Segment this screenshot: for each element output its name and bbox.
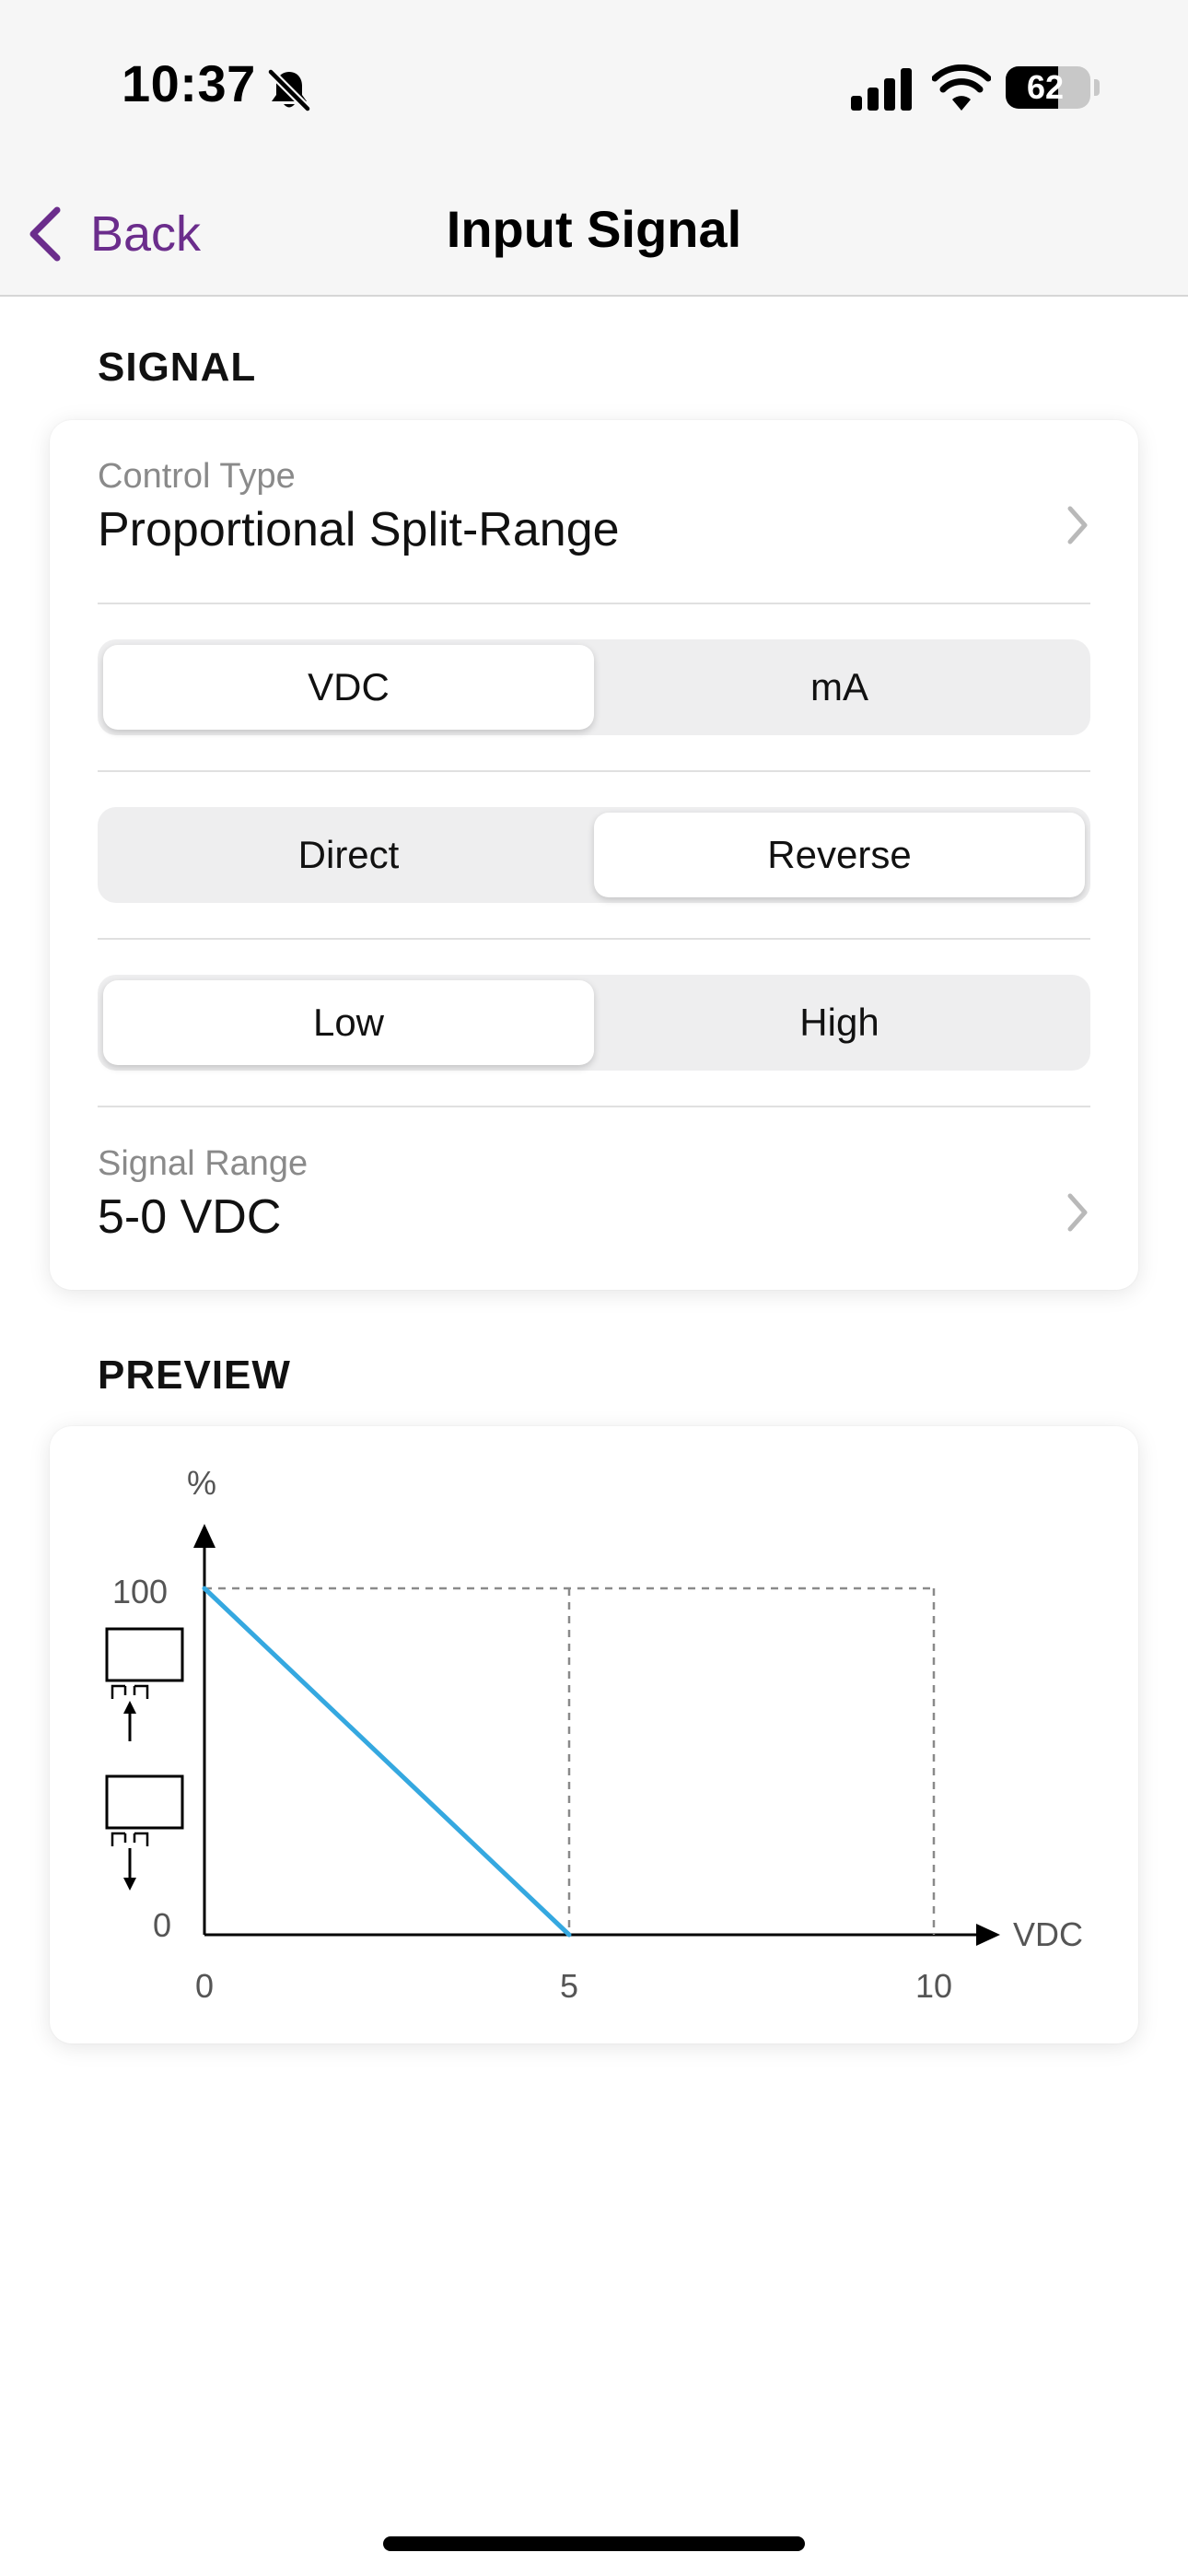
signal-range-row[interactable]: Signal Range 5-0 VDC <box>98 1144 1090 1255</box>
action-segmented-control: Direct Reverse <box>98 807 1090 903</box>
valve-open-icon <box>105 1627 184 1741</box>
series-layer <box>202 1586 572 1938</box>
segment-direct[interactable]: Direct <box>103 813 594 897</box>
valve-closed-icon <box>105 1774 184 1891</box>
navigation-bar: Back Input Signal <box>0 175 1188 297</box>
bell-off-icon <box>267 68 311 112</box>
preview-chart: % VDC 100 0 0 5 10 <box>105 1464 1083 2005</box>
unit-segmented-control: VDC mA <box>98 639 1090 735</box>
control-type-caption: Control Type <box>98 457 296 496</box>
divider <box>98 603 1090 604</box>
battery-cap <box>1094 79 1100 96</box>
segment-vdc[interactable]: VDC <box>103 645 594 730</box>
signal-range-value: 5-0 VDC <box>98 1190 282 1244</box>
control-type-row[interactable]: Control Type Proportional Split-Range <box>98 457 1090 568</box>
chevron-right-icon <box>1067 506 1088 544</box>
y-tick-label-100: 100 <box>112 1573 168 1610</box>
y-tick-label-0: 0 <box>153 1906 171 1944</box>
battery-icon: 62 <box>1006 66 1090 109</box>
cellular-signal-icon <box>851 68 912 111</box>
level-segmented-control: Low High <box>98 975 1090 1071</box>
status-time: 10:37 <box>122 54 256 112</box>
x-axis-arrow <box>976 1924 1000 1946</box>
battery-level: 62 <box>1026 68 1065 106</box>
divider <box>98 770 1090 772</box>
chevron-right-icon <box>1067 1193 1088 1232</box>
series-line-0 <box>202 1586 572 1938</box>
segment-high[interactable]: High <box>594 980 1085 1065</box>
reference-lines <box>204 1587 936 1935</box>
signal-card: Control Type Proportional Split-Range VD… <box>50 420 1138 1290</box>
signal-range-caption: Signal Range <box>98 1144 309 1183</box>
control-type-value: Proportional Split-Range <box>98 503 620 556</box>
section-header-preview: PREVIEW <box>98 1352 291 1398</box>
divider <box>98 1106 1090 1107</box>
home-indicator[interactable] <box>383 2536 805 2551</box>
wifi-icon <box>932 64 991 111</box>
y-axis-unit-label: % <box>187 1464 216 1502</box>
preview-card: % VDC 100 0 0 5 10 <box>50 1426 1138 2043</box>
screen: 10:37 62 Back Input Signal SIGNAL Contro… <box>0 0 1188 2576</box>
x-tick-label-0: 0 <box>195 1967 214 2005</box>
y-axis-arrow <box>193 1524 215 1548</box>
x-axis-unit-label: VDC <box>1013 1915 1083 1953</box>
segment-reverse[interactable]: Reverse <box>594 813 1085 897</box>
x-tick-label-5: 5 <box>560 1967 578 2005</box>
status-bar: 10:37 62 <box>0 0 1188 175</box>
divider <box>98 938 1090 940</box>
segment-low[interactable]: Low <box>103 980 594 1065</box>
segment-ma[interactable]: mA <box>594 645 1085 730</box>
section-header-signal: SIGNAL <box>98 345 257 390</box>
page-title: Input Signal <box>446 200 742 258</box>
x-tick-label-10: 10 <box>915 1967 952 2005</box>
